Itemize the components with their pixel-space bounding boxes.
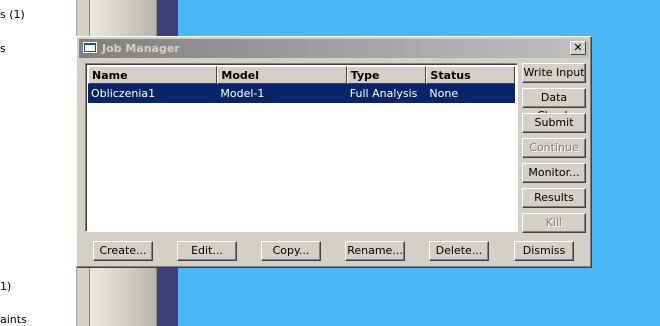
monitor-button[interactable]: Monitor... — [522, 163, 586, 183]
delete-button[interactable]: Delete... — [429, 241, 489, 261]
window-icon — [83, 42, 97, 53]
job-type-cell: Full Analysis — [349, 87, 418, 100]
kill-button[interactable]: Kill — [522, 213, 586, 233]
tree-item-fragment[interactable]: s (1) — [0, 8, 25, 21]
dismiss-button[interactable]: Dismiss — [514, 241, 574, 261]
rename-button[interactable]: Rename... — [345, 241, 405, 261]
tree-item-fragment[interactable]: aints — [0, 313, 27, 326]
job-manager-dialog: Job Manager ✕ Name Model Type Status Obl… — [76, 36, 592, 268]
tree-item-fragment[interactable]: 1) — [0, 280, 11, 293]
column-header-status[interactable]: Status — [426, 66, 516, 84]
table-header: Name Model Type Status — [88, 66, 516, 84]
job-model-cell: Model-1 — [220, 87, 265, 100]
close-button[interactable]: ✕ — [570, 41, 586, 55]
copy-button[interactable]: Copy... — [261, 241, 321, 261]
table-row[interactable]: Obliczenia1 Model-1 Full Analysis None — [88, 84, 515, 103]
column-header-name[interactable]: Name — [88, 66, 218, 84]
edit-button[interactable]: Edit... — [177, 241, 237, 261]
dialog-titlebar[interactable]: Job Manager ✕ — [79, 39, 589, 58]
results-button[interactable]: Results — [522, 188, 586, 208]
tree-item-fragment[interactable]: s — [0, 42, 6, 55]
create-button[interactable]: Create... — [93, 241, 153, 261]
dialog-title: Job Manager — [102, 42, 180, 55]
job-name-cell: Obliczenia1 — [91, 87, 156, 100]
jobs-table: Name Model Type Status Obliczenia1 Model… — [85, 63, 518, 232]
column-header-model[interactable]: Model — [217, 66, 347, 84]
model-tree-panel: s (1) s 1) aints — [0, 0, 77, 326]
write-input-button[interactable]: Write Input — [522, 63, 586, 83]
continue-button[interactable]: Continue — [522, 138, 586, 158]
submit-button[interactable]: Submit — [522, 113, 586, 133]
job-status-cell: None — [429, 87, 459, 100]
data-check-button[interactable]: Data Check — [522, 88, 586, 122]
column-header-type[interactable]: Type — [346, 66, 427, 84]
